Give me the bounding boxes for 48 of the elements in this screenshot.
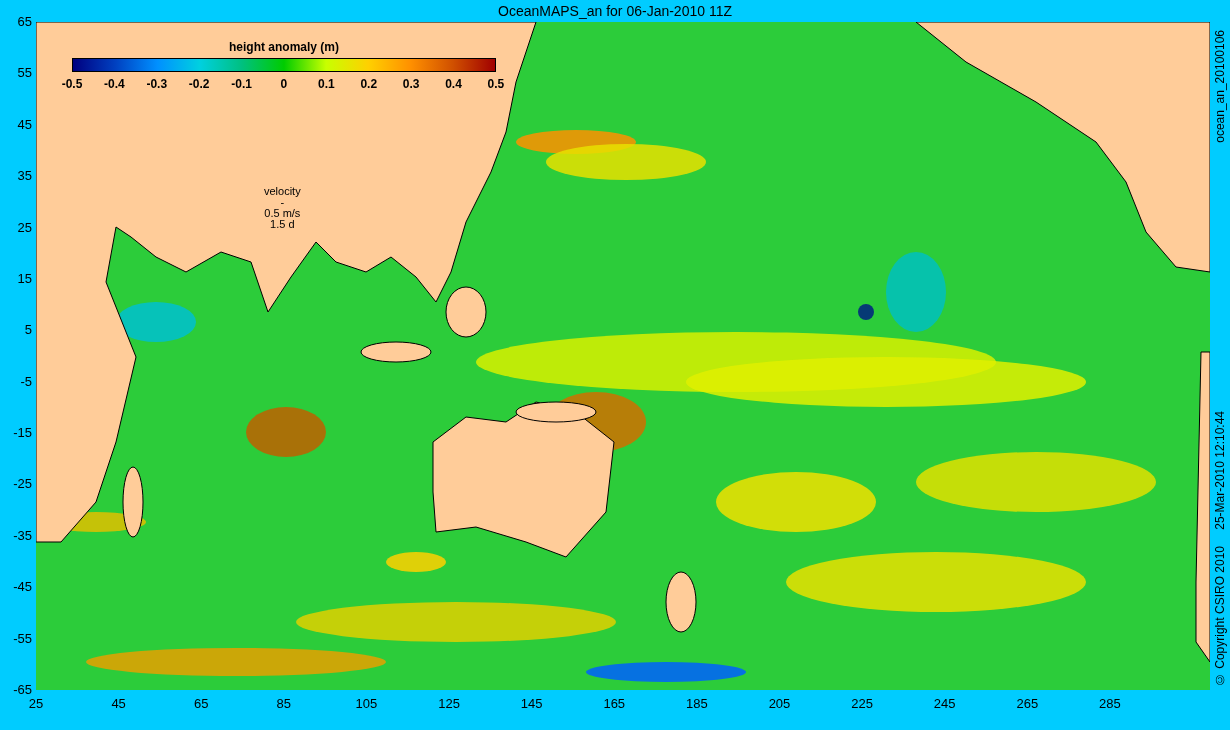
latitude-label: -15 bbox=[13, 426, 32, 440]
colorbar-tick-label: 0.3 bbox=[401, 77, 421, 91]
velocity-key-text: 1.5 d bbox=[270, 219, 295, 230]
colorbar-tick-label: 0.5 bbox=[486, 77, 506, 91]
latitude-label: -45 bbox=[13, 580, 32, 595]
longitude-label: 125 bbox=[437, 696, 461, 711]
side-note-text: © Copyright CSIRO 2010 bbox=[1213, 545, 1227, 686]
longitude-label: 85 bbox=[275, 696, 293, 711]
longitude-label: 25 bbox=[27, 696, 45, 711]
velocity-key-text: 0.5 m/s bbox=[264, 208, 301, 219]
latitude-label: 5 bbox=[24, 323, 32, 338]
colorbar-tick-label: -0.1 bbox=[230, 77, 253, 91]
colorbar-tick-label: -0.4 bbox=[103, 77, 126, 91]
latitude-label: -35 bbox=[13, 528, 32, 543]
longitude-label: 185 bbox=[685, 696, 709, 711]
latitude-label: -5 bbox=[20, 374, 32, 389]
longitude-label: 245 bbox=[932, 696, 957, 711]
colorbar-tick-label: -0.2 bbox=[187, 77, 211, 91]
colorbar-tick-label: 0.1 bbox=[317, 77, 336, 91]
side-note-text: 25-Mar-2010 12:10:44 bbox=[1213, 411, 1227, 530]
colorbar-tick-label: -0.5 bbox=[60, 77, 84, 91]
velocity-key-text: - bbox=[280, 197, 285, 208]
colorbar-tick-label: 0.4 bbox=[444, 77, 463, 91]
latitude-label: 15 bbox=[17, 271, 32, 286]
latitude-label: 65 bbox=[17, 15, 32, 29]
longitude-label: 205 bbox=[767, 696, 792, 711]
latitude-label: -55 bbox=[13, 631, 32, 646]
latitude-label: 25 bbox=[17, 220, 32, 235]
longitude-label: 225 bbox=[850, 696, 874, 711]
colorbar-tick-label: 0.2 bbox=[359, 77, 379, 91]
latitude-label: 55 bbox=[17, 66, 32, 81]
longitude-label: 265 bbox=[1015, 696, 1040, 711]
longitude-label: 165 bbox=[602, 696, 627, 711]
latitude-label: 35 bbox=[17, 169, 32, 184]
longitude-label: 145 bbox=[519, 696, 544, 711]
longitude-label: 65 bbox=[193, 696, 210, 711]
longitude-label: 105 bbox=[354, 696, 379, 711]
velocity-key-text: velocity bbox=[264, 186, 301, 197]
longitude-label: 45 bbox=[110, 696, 127, 711]
latitude-label: -25 bbox=[13, 477, 32, 492]
file-id-text: ocean_an_20100106 bbox=[1213, 30, 1227, 143]
latitude-label: -65 bbox=[13, 682, 32, 697]
colorbar-tick-label: -0.3 bbox=[145, 77, 169, 91]
colorbar-tick-label: 0 bbox=[279, 77, 289, 91]
latitude-label: 45 bbox=[17, 117, 32, 132]
colorbar-title: height anomaly (m) bbox=[229, 40, 339, 54]
longitude-label: 285 bbox=[1098, 696, 1122, 711]
map-title: OceanMAPS_an for 06-Jan-2010 11Z bbox=[498, 3, 732, 19]
